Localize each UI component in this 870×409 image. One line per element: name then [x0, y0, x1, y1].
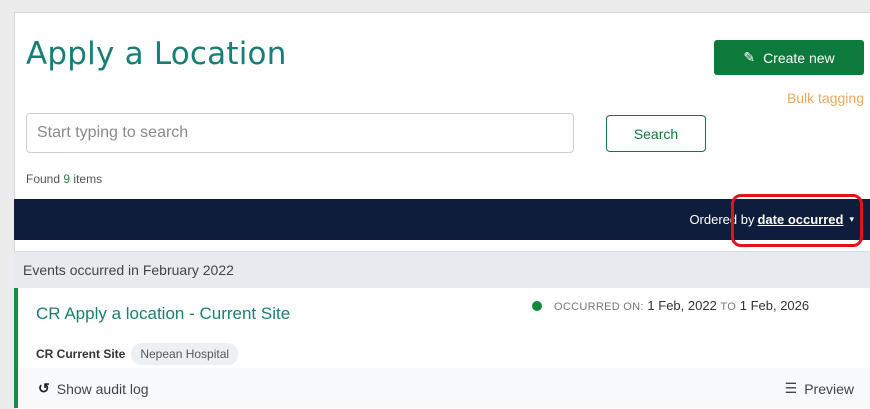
preview-label: Preview: [804, 380, 854, 397]
create-new-button[interactable]: ✎ Create new: [714, 40, 864, 75]
to-label: TO: [720, 301, 737, 313]
event-title-link[interactable]: CR Apply a location - Current Site: [36, 304, 290, 324]
start-date: 1 Feb, 2022: [647, 298, 717, 313]
found-prefix: Found: [26, 172, 61, 186]
end-date: 1 Feb, 2026: [739, 298, 810, 313]
site-row: CR Current Site Nepean Hospital: [36, 343, 239, 365]
results-count: Found 9 items: [26, 172, 102, 186]
search-button[interactable]: Search: [606, 115, 706, 152]
history-icon: ↺: [38, 380, 50, 396]
search-input[interactable]: [26, 113, 574, 153]
site-tag: Nepean Hospital: [131, 343, 239, 365]
found-count: 9: [63, 172, 71, 186]
group-header: Events occurred in February 2022: [14, 251, 870, 289]
audit-label: Show audit log: [56, 380, 149, 397]
annotation-highlight: [731, 194, 863, 247]
occurred-label: OCCURRED ON:: [554, 301, 644, 313]
list-icon: ☰: [784, 380, 798, 396]
status-dot-icon: [532, 301, 542, 311]
site-name: CR Current Site: [36, 347, 126, 361]
bulk-tagging-link[interactable]: Bulk tagging: [787, 90, 864, 106]
page-title: Apply a Location: [26, 36, 287, 72]
show-audit-log-button[interactable]: ↺ Show audit log: [38, 380, 149, 397]
group-label: Events occurred in February 2022: [23, 262, 234, 278]
create-new-label: Create new: [763, 49, 835, 66]
event-footer: ↺ Show audit log ☰ Preview: [18, 368, 870, 408]
preview-button[interactable]: ☰ Preview: [785, 380, 854, 397]
edit-icon: ✎: [743, 49, 756, 65]
occurred-dates: OCCURRED ON: 1 Feb, 2022 TO 1 Feb, 2026: [554, 298, 809, 313]
found-suffix: items: [73, 172, 103, 186]
event-card: CR Apply a location - Current Site OCCUR…: [14, 288, 870, 408]
